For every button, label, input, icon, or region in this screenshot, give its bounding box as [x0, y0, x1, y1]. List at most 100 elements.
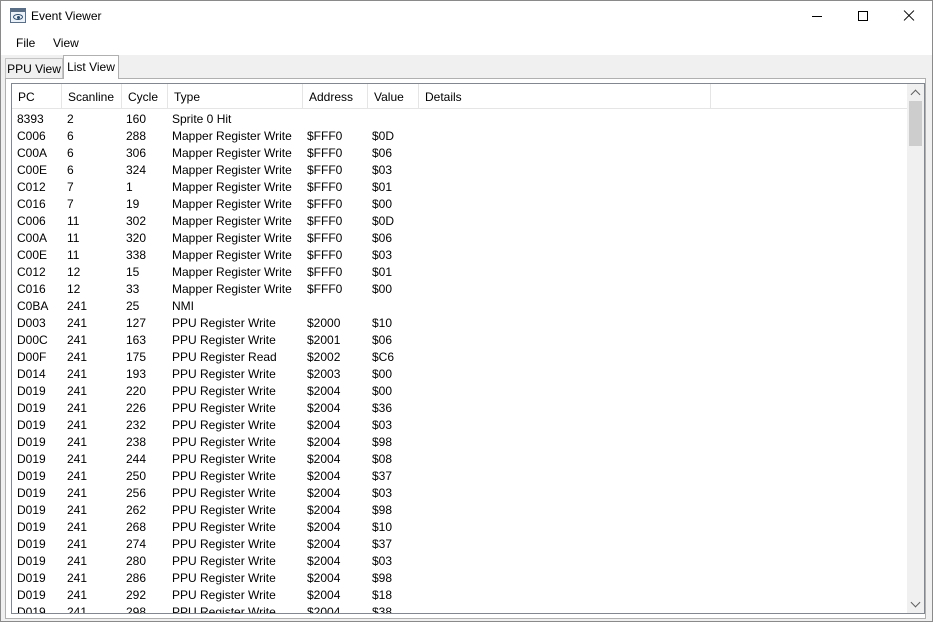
table-row[interactable]: C012 12 15 Mapper Register Write $FFF0 $01 — [12, 263, 908, 280]
cell-value: $18 — [372, 588, 393, 602]
vertical-scrollbar[interactable] — [907, 84, 924, 613]
table-row[interactable]: C00E 11 338 Mapper Register Write $FFF0 $03 — [12, 246, 908, 263]
cell-pc: D019 — [17, 537, 46, 551]
table-row[interactable]: D019 241 244 PPU Register Write $2004 $08 — [12, 450, 908, 467]
scroll-up-button[interactable] — [907, 84, 924, 101]
table-row[interactable]: C00A 6 306 Mapper Register Write $FFF0 $06 — [12, 144, 908, 161]
table-row[interactable]: D019 241 262 PPU Register Write $2004 $98 — [12, 501, 908, 518]
cell-pc: C016 — [17, 282, 46, 296]
table-row[interactable]: D014 241 193 PPU Register Write $2003 $00 — [12, 365, 908, 382]
cell-pc: 8393 — [17, 112, 44, 126]
list-rows: 8393 2 160 Sprite 0 Hit C006 6 288 Mapper Regis… — [12, 110, 908, 614]
cell-pc: C016 — [17, 197, 46, 211]
tab-ppu-view[interactable]: PPU View — [5, 58, 63, 78]
cell-cycle: 302 — [126, 214, 147, 228]
cell-value: $03 — [372, 163, 393, 177]
table-row[interactable]: D019 241 280 PPU Register Write $2004 $03 — [12, 552, 908, 569]
column-header-cycle[interactable]: Cycle — [122, 84, 168, 108]
cell-address: $FFF0 — [307, 248, 343, 262]
cell-scanline: 241 — [67, 299, 88, 313]
table-row[interactable]: D00F 241 175 PPU Register Read $2002 $C6 — [12, 348, 908, 365]
cell-type: Mapper Register Write — [172, 129, 292, 143]
cell-scanline: 241 — [67, 554, 88, 568]
cell-cycle: 292 — [126, 588, 147, 602]
cell-cycle: 238 — [126, 435, 147, 449]
cell-cycle: 244 — [126, 452, 147, 466]
table-row[interactable]: D019 241 232 PPU Register Write $2004 $03 — [12, 416, 908, 433]
list-header: PC Scanline Cycle Type Address Value Det… — [12, 84, 908, 109]
cell-pc: D019 — [17, 605, 46, 614]
table-row[interactable]: D019 241 292 PPU Register Write $2004 $18 — [12, 586, 908, 603]
column-header-value[interactable]: Value — [368, 84, 419, 108]
cell-value: $01 — [372, 180, 393, 194]
cell-scanline: 6 — [67, 146, 74, 160]
cell-cycle: 15 — [126, 265, 140, 279]
table-row[interactable]: 8393 2 160 Sprite 0 Hit — [12, 110, 908, 127]
table-row[interactable]: D019 241 226 PPU Register Write $2004 $36 — [12, 399, 908, 416]
cell-pc: D019 — [17, 469, 46, 483]
cell-cycle: 25 — [126, 299, 140, 313]
cell-value: $0D — [372, 214, 395, 228]
menu-file[interactable]: File — [16, 36, 35, 50]
menu-view[interactable]: View — [53, 36, 79, 50]
column-header-address[interactable]: Address — [303, 84, 368, 108]
table-row[interactable]: C016 12 33 Mapper Register Write $FFF0 $00 — [12, 280, 908, 297]
cell-value: $06 — [372, 333, 393, 347]
cell-value: $98 — [372, 503, 393, 517]
cell-cycle: 288 — [126, 129, 147, 143]
column-header-pc[interactable]: PC — [12, 84, 62, 108]
minimize-button[interactable] — [794, 1, 840, 31]
cell-scanline: 7 — [67, 197, 74, 211]
cell-scanline: 11 — [67, 248, 80, 262]
cell-value: $03 — [372, 554, 393, 568]
cell-type: Mapper Register Write — [172, 265, 292, 279]
table-row[interactable]: C016 7 19 Mapper Register Write $FFF0 $00 — [12, 195, 908, 212]
table-row[interactable]: C006 6 288 Mapper Register Write $FFF0 $0D — [12, 127, 908, 144]
cell-value: $08 — [372, 452, 393, 466]
table-row[interactable]: C00E 6 324 Mapper Register Write $FFF0 $03 — [12, 161, 908, 178]
title-bar[interactable]: Event Viewer — [1, 1, 932, 31]
column-header-scanline[interactable]: Scanline — [62, 84, 122, 108]
scroll-down-button[interactable] — [907, 596, 924, 613]
table-row[interactable]: D019 241 256 PPU Register Write $2004 $03 — [12, 484, 908, 501]
cell-scanline: 241 — [67, 486, 88, 500]
cell-scanline: 12 — [67, 282, 81, 296]
table-row[interactable]: D019 241 220 PPU Register Write $2004 $00 — [12, 382, 908, 399]
table-row[interactable]: C012 7 1 Mapper Register Write $FFF0 $01 — [12, 178, 908, 195]
table-row[interactable]: D019 241 250 PPU Register Write $2004 $37 — [12, 467, 908, 484]
cell-address: $FFF0 — [307, 180, 343, 194]
cell-address: $2004 — [307, 401, 341, 415]
scrollbar-thumb[interactable] — [909, 101, 922, 146]
table-row[interactable]: D019 241 238 PPU Register Write $2004 $98 — [12, 433, 908, 450]
table-row[interactable]: D019 241 268 PPU Register Write $2004 $10 — [12, 518, 908, 535]
tab-list-view[interactable]: List View — [63, 55, 119, 79]
table-row[interactable]: D019 241 298 PPU Register Write $2004 $38 — [12, 603, 908, 614]
cell-value: $03 — [372, 418, 393, 432]
cell-pc: C012 — [17, 180, 46, 194]
column-header-type[interactable]: Type — [168, 84, 303, 108]
cell-cycle: 306 — [126, 146, 147, 160]
table-row[interactable]: D019 241 286 PPU Register Write $2004 $98 — [12, 569, 908, 586]
table-row[interactable]: D00C 241 163 PPU Register Write $2001 $06 — [12, 331, 908, 348]
cell-address: $2004 — [307, 554, 341, 568]
cell-type: PPU Register Write — [172, 588, 276, 602]
cell-pc: C0BA — [17, 299, 49, 313]
cell-address: $2002 — [307, 350, 341, 364]
table-row[interactable]: C00A 11 320 Mapper Register Write $FFF0 $06 — [12, 229, 908, 246]
tab-strip: PPU View List View — [1, 55, 932, 79]
table-row[interactable]: D019 241 274 PPU Register Write $2004 $37 — [12, 535, 908, 552]
close-button[interactable] — [886, 1, 932, 31]
cell-type: PPU Register Write — [172, 367, 276, 381]
cell-type: NMI — [172, 299, 194, 313]
table-row[interactable]: C0BA 241 25 NMI — [12, 297, 908, 314]
cell-address: $FFF0 — [307, 214, 343, 228]
cell-address: $2001 — [307, 333, 341, 347]
cell-scanline: 12 — [67, 265, 81, 279]
maximize-button[interactable] — [840, 1, 886, 31]
table-row[interactable]: C006 11 302 Mapper Register Write $FFF0 $0D — [12, 212, 908, 229]
column-header-details[interactable]: Details — [419, 84, 711, 108]
cell-value: $00 — [372, 282, 393, 296]
event-list[interactable]: PC Scanline Cycle Type Address Value Det… — [11, 83, 925, 614]
table-row[interactable]: D003 241 127 PPU Register Write $2000 $10 — [12, 314, 908, 331]
cell-address: $2004 — [307, 605, 341, 614]
